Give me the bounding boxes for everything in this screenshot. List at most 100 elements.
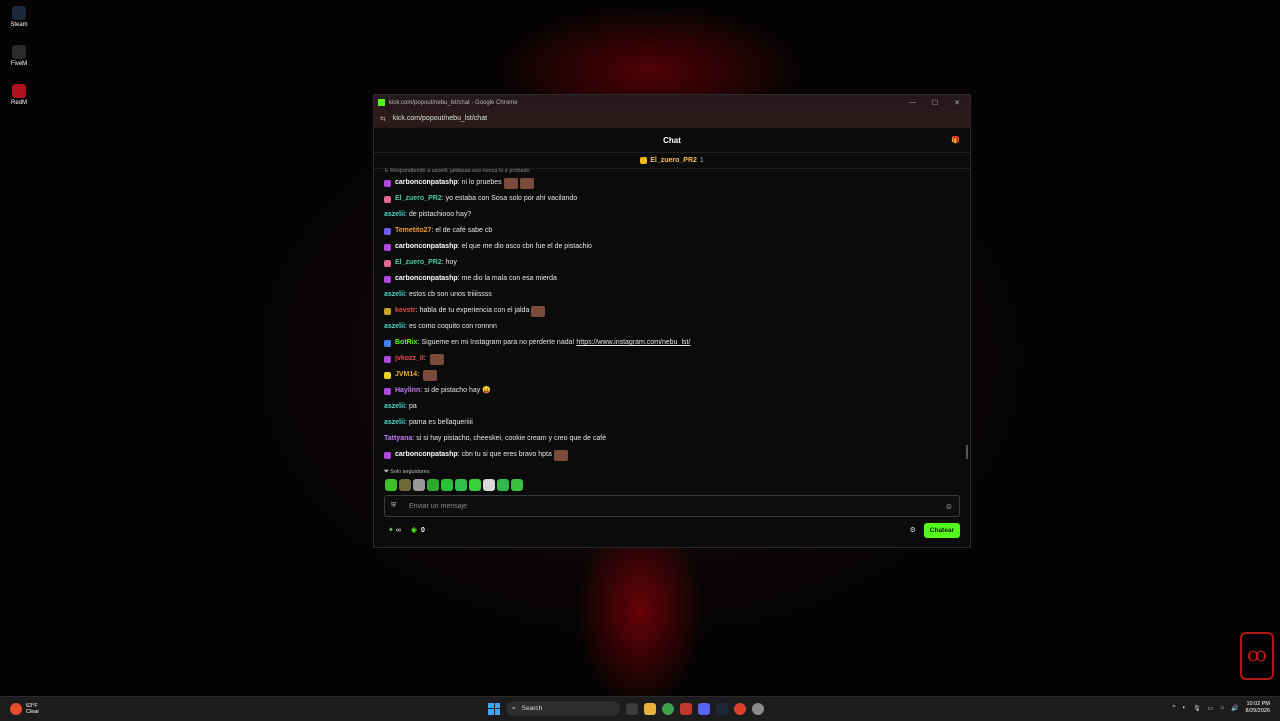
desktop-icon-label: Steam: [10, 22, 28, 28]
message-input[interactable]: [407, 501, 945, 511]
chat-emote-icon[interactable]: [503, 177, 518, 189]
chat-username[interactable]: BotRix: [395, 335, 418, 351]
username-separator: :: [457, 275, 460, 282]
gift-icon[interactable]: 🎁: [951, 136, 960, 144]
chat-emote-icon[interactable]: [429, 353, 444, 365]
chat-username[interactable]: aszelii: [384, 399, 405, 415]
chat-scrollbar[interactable]: [966, 445, 968, 459]
user-badge-icon[interactable]: [384, 275, 391, 283]
chat-username[interactable]: jvkozz_II: [395, 351, 424, 367]
site-settings-icon[interactable]: ⇆: [380, 115, 386, 123]
emote-10-icon[interactable]: [511, 479, 523, 491]
start-icon[interactable]: [488, 702, 500, 715]
emote-7-icon[interactable]: [469, 479, 481, 491]
user-badge-icon[interactable]: [384, 259, 391, 267]
chat-username[interactable]: carbonconpatashp: [395, 447, 458, 463]
chat-username[interactable]: Tattyana: [384, 431, 412, 447]
medal-icon: [640, 157, 648, 164]
chat-username[interactable]: carbonconpatashp: [395, 239, 458, 255]
chat-emote-icon[interactable]: [423, 369, 438, 381]
url-text[interactable]: kick.com/popout/nebu_lst/chat: [393, 115, 487, 122]
chat-username[interactable]: El_zuero_PR2: [395, 255, 442, 271]
user-badge-icon[interactable]: [384, 387, 391, 395]
chat-username[interactable]: aszelii: [384, 207, 405, 223]
user-badge-icon[interactable]: [384, 227, 391, 235]
monitor-icon[interactable]: ▭: [1208, 705, 1214, 712]
desktop-icon-fivem[interactable]: FiveM: [6, 45, 32, 67]
calendar-icon[interactable]: [680, 702, 692, 715]
user-badge-icon[interactable]: [384, 451, 391, 459]
user-badge-icon[interactable]: [384, 243, 391, 251]
discord-icon[interactable]: [698, 702, 710, 715]
chat-header: Chat 🎁: [374, 128, 970, 153]
shield-icon: ⛨: [391, 502, 397, 509]
chat-username[interactable]: Temetito27: [395, 223, 431, 239]
chat-message-text: me dio la mala con esa mierda: [461, 275, 557, 282]
redm-icon: [12, 84, 26, 98]
chat-username[interactable]: carbonconpatashp: [395, 271, 458, 287]
emote-4-icon[interactable]: [427, 479, 439, 491]
network-icon[interactable]: ⌂: [1220, 705, 1224, 711]
clock-date: 8/29/2026: [1245, 708, 1270, 714]
gear-icon[interactable]: ⚙: [910, 526, 916, 534]
username-separator: :: [405, 211, 407, 218]
maximize-icon[interactable]: ☐: [932, 99, 938, 107]
pinned-username[interactable]: El_zuero_PR2: [650, 157, 697, 164]
chat-emote-icon[interactable]: [531, 305, 546, 317]
chat-message: carbonconpatashp: el que me dio asco cbn …: [384, 239, 954, 255]
user-badge-icon[interactable]: [384, 355, 391, 363]
emote-9-icon[interactable]: [497, 479, 509, 491]
emote-1-icon[interactable]: [385, 479, 397, 491]
chat-username[interactable]: El_zuero_PR2: [395, 191, 442, 207]
emote-6-icon[interactable]: [455, 479, 467, 491]
chrome-active-icon[interactable]: [734, 702, 746, 715]
close-icon[interactable]: ✕: [954, 99, 960, 107]
chat-message-text: cbn tu si que eres bravo hpta: [461, 451, 552, 458]
points-icon[interactable]: ◉: [411, 526, 417, 534]
message-input-box[interactable]: ⛨ ☺: [384, 495, 960, 517]
emote-8-icon[interactable]: [483, 479, 495, 491]
send-chat-button[interactable]: Chatear: [923, 522, 960, 538]
app-icon[interactable]: [752, 702, 764, 715]
chat-username[interactable]: aszelii: [384, 287, 405, 303]
kicks-icon[interactable]: ✦: [388, 526, 394, 534]
emote-2-icon[interactable]: [399, 479, 411, 491]
emote-5-icon[interactable]: [441, 479, 453, 491]
chat-emote-icon[interactable]: [553, 449, 568, 461]
clock[interactable]: 10:02 PM 8/29/2026: [1246, 701, 1270, 715]
chrome-icon[interactable]: [662, 702, 674, 715]
chat-username[interactable]: aszelii: [384, 415, 405, 431]
chat-message-text: el de café sabe cb: [435, 227, 493, 234]
weather-widget[interactable]: 63°F Clear: [10, 703, 39, 715]
chat-message-text: si si hay pistacho, cheeskei, cookie cre…: [416, 435, 607, 442]
user-badge-icon[interactable]: [384, 307, 391, 315]
tray-app-icon[interactable]: ◐: [1183, 705, 1187, 711]
username-separator: :: [457, 243, 460, 250]
desktop-icon-redm[interactable]: RedM: [6, 84, 32, 106]
chat-username[interactable]: Haylinn: [395, 383, 420, 399]
chat-username[interactable]: aszelii: [384, 319, 405, 335]
task-view-icon[interactable]: [626, 702, 638, 715]
chat-emote-icon[interactable]: [519, 177, 534, 189]
chat-message-text: de pistachiooo hay?: [408, 211, 472, 218]
window-titlebar[interactable]: kick.com/popout/nebu_lst/chat - Google C…: [374, 95, 970, 110]
emote-3-icon[interactable]: [413, 479, 425, 491]
chat-username[interactable]: carbonconpatashp: [395, 175, 458, 191]
user-badge-icon[interactable]: [384, 371, 391, 379]
chevron-up-icon[interactable]: ^: [1173, 705, 1176, 711]
user-badge-icon[interactable]: [384, 339, 391, 347]
emoji-picker-icon[interactable]: ☺: [945, 502, 953, 511]
steam-icon[interactable]: [716, 702, 728, 715]
chat-username[interactable]: JVM14: [395, 367, 417, 383]
user-badge-icon[interactable]: [384, 179, 391, 187]
user-badge-icon[interactable]: [384, 195, 391, 203]
volume-icon[interactable]: 🔊: [1231, 705, 1238, 712]
chat-username[interactable]: kevstr: [395, 303, 416, 319]
address-bar[interactable]: ⇆ kick.com/popout/nebu_lst/chat: [374, 110, 970, 128]
file-explorer-icon[interactable]: [644, 702, 656, 715]
minimize-icon[interactable]: —: [909, 99, 916, 107]
taskbar-search[interactable]: ⌕ Search: [506, 701, 620, 716]
desktop-icon-steam[interactable]: Steam: [6, 6, 32, 28]
chat-link[interactable]: https://www.instagram.com/nebu_lst/: [576, 339, 690, 346]
microphone-icon[interactable]: 🎙: [1193, 705, 1201, 712]
